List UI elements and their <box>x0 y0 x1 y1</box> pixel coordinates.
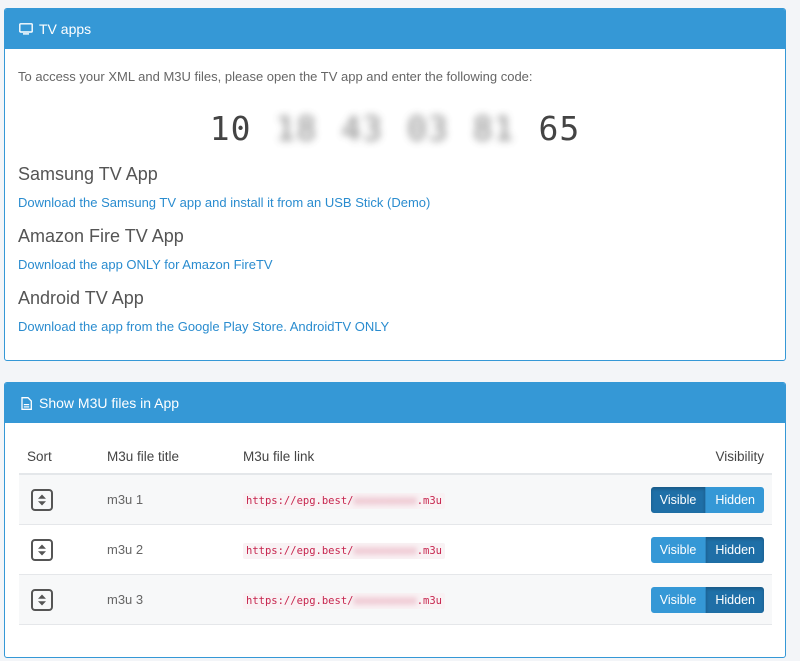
tv-apps-header: TV apps <box>5 9 785 49</box>
file-icon <box>19 396 33 410</box>
tv-code-part: 65 <box>538 109 581 148</box>
samsung-app-link[interactable]: Download the Samsung TV app and install … <box>18 195 430 210</box>
tv-code-part-blurred: 18 <box>275 109 318 148</box>
m3u-files-header: Show M3U files in App <box>5 383 785 423</box>
tv-code: 10 18 43 03 81 65 <box>5 109 785 148</box>
table-row: m3u 2 https://epg.best/xxxxxxxxxx.m3u Vi… <box>19 524 772 575</box>
tv-code-part: 10 <box>209 109 252 148</box>
hidden-button[interactable]: Hidden <box>705 536 764 563</box>
table-row: m3u 1 https://epg.best/xxxxxxxxxx.m3u Vi… <box>19 474 772 525</box>
file-link: https://epg.best/xxxxxxxxxx.m3u <box>243 543 445 559</box>
m3u-files-title: Show M3U files in App <box>39 395 180 411</box>
sort-icon[interactable] <box>31 488 53 511</box>
table-row: m3u 3 https://epg.best/xxxxxxxxxx.m3u Vi… <box>19 574 772 625</box>
sort-icon[interactable] <box>31 538 53 561</box>
sort-icon[interactable] <box>31 588 53 611</box>
m3u-table: Sort M3u file title M3u file link Visibi… <box>19 439 772 625</box>
visible-button[interactable]: Visible <box>650 586 706 613</box>
file-title: m3u 1 <box>107 492 144 507</box>
col-title: M3u file title <box>99 439 235 475</box>
amazon-app-link[interactable]: Download the app ONLY for Amazon FireTV <box>18 257 273 272</box>
tv-code-part-blurred: 03 <box>407 109 449 148</box>
file-link: https://epg.best/xxxxxxxxxx.m3u <box>243 593 445 609</box>
android-app-title: Android TV App <box>18 288 144 308</box>
hidden-button[interactable]: Hidden <box>705 486 764 513</box>
tv-code-intro: To access your XML and M3U files, please… <box>18 69 533 84</box>
file-title: m3u 3 <box>107 592 144 607</box>
tv-code-part-blurred: 43 <box>341 109 383 148</box>
hidden-button[interactable]: Hidden <box>705 586 764 613</box>
col-visibility: Visibility <box>572 439 772 475</box>
android-app-link[interactable]: Download the app from the Google Play St… <box>18 319 389 334</box>
visibility-toggle: Visible Hidden <box>650 486 764 513</box>
m3u-files-panel: Show M3U files in App Sort M3u file titl… <box>4 382 786 658</box>
tv-apps-title: TV apps <box>39 21 92 37</box>
col-link: M3u file link <box>235 439 573 475</box>
amazon-app-title: Amazon Fire TV App <box>18 226 184 246</box>
visibility-toggle: Visible Hidden <box>650 536 764 563</box>
visibility-toggle: Visible Hidden <box>650 586 764 613</box>
visible-button[interactable]: Visible <box>650 486 706 513</box>
visible-button[interactable]: Visible <box>650 536 706 563</box>
table-header-row: Sort M3u file title M3u file link Visibi… <box>19 439 772 475</box>
tv-icon <box>19 22 33 36</box>
file-link: https://epg.best/xxxxxxxxxx.m3u <box>243 493 445 509</box>
col-sort: Sort <box>19 439 99 475</box>
file-title: m3u 2 <box>107 542 144 557</box>
tv-apps-panel: TV apps To access your XML and M3U files… <box>4 8 786 361</box>
samsung-app-title: Samsung TV App <box>18 164 158 184</box>
tv-code-part-blurred: 81 <box>472 109 515 148</box>
